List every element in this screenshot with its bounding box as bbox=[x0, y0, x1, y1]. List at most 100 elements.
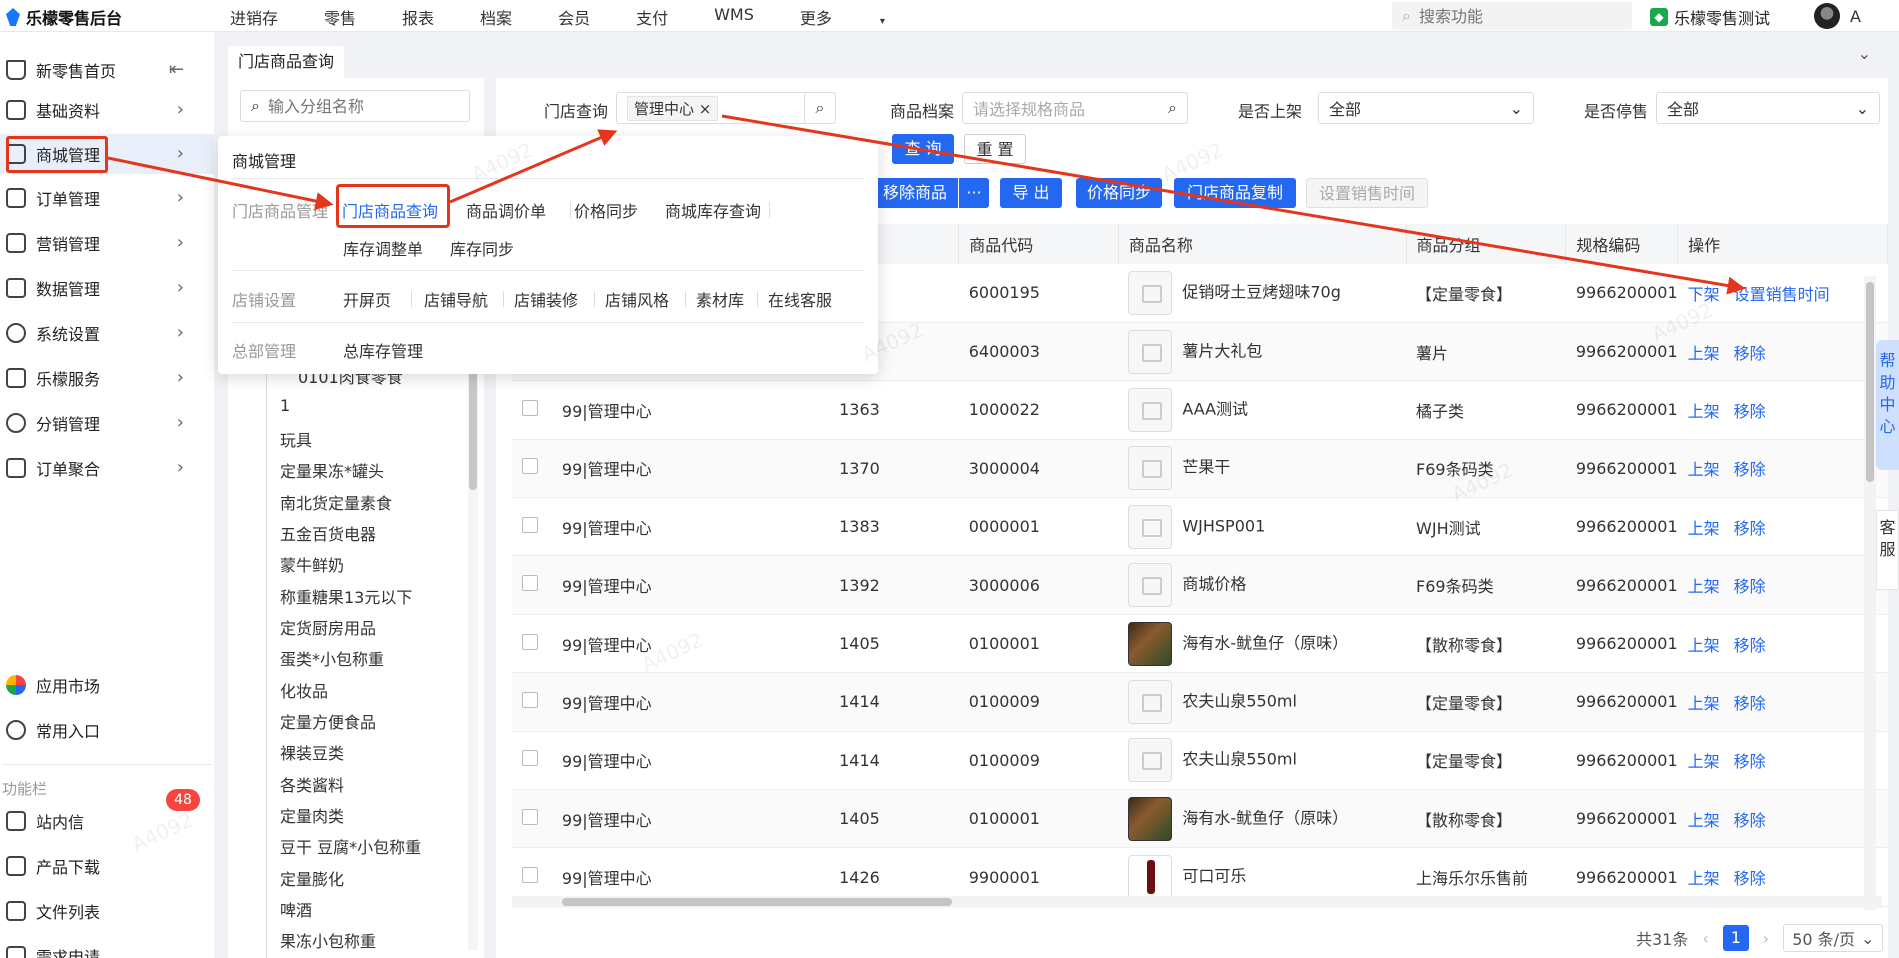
main-vscroll[interactable] bbox=[1864, 276, 1876, 910]
sidebar-item-app-market[interactable]: 应用市场 bbox=[0, 665, 214, 705]
row-checkbox[interactable] bbox=[522, 575, 538, 592]
tree-item[interactable]: 定货厨房用品 bbox=[280, 615, 376, 639]
row-action-toggle-listing[interactable]: 上架 bbox=[1688, 869, 1720, 888]
row-action-secondary[interactable]: 移除 bbox=[1734, 519, 1766, 538]
row-checkbox[interactable] bbox=[522, 691, 538, 708]
product-image[interactable] bbox=[1128, 621, 1173, 666]
reset-button[interactable]: 重 置 bbox=[964, 134, 1026, 164]
page-current[interactable]: 1 bbox=[1722, 925, 1749, 951]
tree-item[interactable]: 定量果冻*罐头 bbox=[280, 458, 384, 482]
collapse-icon[interactable]: ⇤ bbox=[169, 59, 184, 80]
sidebar-item-download[interactable]: 产品下载 bbox=[0, 846, 214, 886]
product-image[interactable] bbox=[1128, 446, 1173, 491]
topnav-wms[interactable]: WMS bbox=[714, 5, 754, 29]
product-image[interactable] bbox=[1128, 679, 1173, 724]
sidebar-item-shortcuts[interactable]: 常用入口 bbox=[0, 710, 214, 750]
row-action-secondary[interactable]: 移除 bbox=[1734, 811, 1766, 830]
topnav-member[interactable]: 会员 bbox=[558, 5, 590, 29]
store-query-select[interactable]: 管理中心 × ⊗ bbox=[616, 92, 834, 124]
product-image[interactable] bbox=[1128, 270, 1173, 315]
stopped-select[interactable]: 全部 ⌄ bbox=[1656, 92, 1880, 124]
scroll-thumb[interactable] bbox=[469, 370, 477, 490]
copy-store-product-button[interactable]: 门店商品复制 bbox=[1174, 178, 1296, 208]
user-menu[interactable]: A bbox=[1814, 3, 1861, 29]
topnav-more[interactable]: 更多 ▾ bbox=[800, 5, 931, 29]
menu-price-adjust[interactable]: 商品调价单 bbox=[466, 198, 546, 222]
tree-item[interactable]: 蛋类*小包称重 bbox=[280, 646, 384, 670]
table-row[interactable]: 99|管理中心 1414 0100009 农夫山泉550ml 【定量零食】 9966200… bbox=[512, 731, 1888, 791]
product-image[interactable] bbox=[1128, 855, 1173, 900]
tree-item[interactable]: 蒙牛鲜奶 bbox=[280, 552, 344, 576]
customer-service-tab[interactable]: 客服 bbox=[1876, 510, 1899, 590]
store-search-button[interactable]: ⌕ bbox=[804, 92, 836, 124]
menu-store-decor[interactable]: 店铺装修 bbox=[514, 287, 578, 311]
row-action-secondary[interactable]: 移除 bbox=[1734, 402, 1766, 421]
close-icon[interactable]: × bbox=[699, 100, 712, 118]
tree-item[interactable]: 定量膨化 bbox=[280, 866, 344, 890]
row-action-secondary[interactable]: 移除 bbox=[1734, 694, 1766, 713]
scroll-thumb[interactable] bbox=[1866, 282, 1874, 482]
table-row[interactable]: 99|管理中心 1405 0100001 海有水-鱿鱼仔（原味） 【散称零食】 99662… bbox=[512, 789, 1888, 849]
row-action-secondary[interactable]: 移除 bbox=[1734, 636, 1766, 655]
row-checkbox[interactable] bbox=[522, 808, 538, 825]
menu-stock-query[interactable]: 商城库存查询 bbox=[665, 198, 761, 222]
sidebar-item-marketing[interactable]: 营销管理 › bbox=[0, 223, 214, 263]
row-action-secondary[interactable]: 移除 bbox=[1734, 460, 1766, 479]
sidebar-item-request[interactable]: 需求申请 bbox=[0, 936, 214, 958]
function-search[interactable]: ⌕ bbox=[1392, 2, 1632, 30]
table-row[interactable]: 99|管理中心 1414 0100009 农夫山泉550ml 【定量零食】 9966200… bbox=[512, 672, 1888, 732]
sidebar-item-data[interactable]: 数据管理 › bbox=[0, 268, 214, 308]
function-search-input[interactable] bbox=[1418, 6, 1599, 26]
product-image[interactable] bbox=[1128, 563, 1173, 608]
menu-store-style[interactable]: 店铺风格 bbox=[605, 287, 669, 311]
tree-item[interactable]: 豆干 豆腐*小包称重 bbox=[280, 834, 421, 858]
tree-item[interactable]: 定量方便食品 bbox=[280, 709, 376, 733]
tab-store-product-query[interactable]: 门店商品查询 bbox=[228, 46, 345, 78]
tree-item[interactable]: 南北货定量素食 bbox=[280, 490, 392, 514]
product-image[interactable] bbox=[1128, 738, 1173, 783]
menu-splash[interactable]: 开屏页 bbox=[343, 287, 391, 311]
next-page-icon[interactable]: › bbox=[1763, 929, 1769, 948]
row-action-toggle-listing[interactable]: 上架 bbox=[1688, 460, 1720, 479]
row-checkbox[interactable] bbox=[522, 633, 538, 650]
tree-item[interactable]: 1 bbox=[280, 396, 290, 415]
scroll-thumb[interactable] bbox=[562, 898, 952, 906]
group-scrollbar[interactable] bbox=[468, 360, 478, 950]
prev-page-icon[interactable]: ‹ bbox=[1702, 929, 1708, 948]
remove-product-button[interactable]: 移除商品 bbox=[872, 178, 958, 208]
archive-input[interactable]: 请选择规格商品 ⌕ bbox=[962, 92, 1188, 124]
row-action-toggle-listing[interactable]: 上架 bbox=[1688, 402, 1720, 421]
listed-select[interactable]: 全部 ⌄ bbox=[1318, 92, 1534, 124]
row-action-toggle-listing[interactable]: 上架 bbox=[1688, 694, 1720, 713]
table-row[interactable]: 99|管理中心 1405 0100001 海有水-鱿鱼仔（原味） 【散称零食】 99662… bbox=[512, 614, 1888, 674]
product-image[interactable] bbox=[1128, 329, 1173, 374]
row-checkbox[interactable] bbox=[522, 458, 538, 475]
row-action-secondary[interactable]: 移除 bbox=[1734, 344, 1766, 363]
tree-item[interactable]: 果冻小包称重 bbox=[280, 928, 376, 952]
row-action-secondary[interactable]: 移除 bbox=[1734, 869, 1766, 888]
product-image[interactable] bbox=[1128, 387, 1173, 432]
topnav-retail[interactable]: 零售 bbox=[324, 5, 356, 29]
export-button[interactable]: 导 出 bbox=[1000, 178, 1062, 208]
topnav-payment[interactable]: 支付 bbox=[636, 5, 668, 29]
sidebar-item-orders[interactable]: 订单管理 › bbox=[0, 178, 214, 218]
tree-item[interactable]: 五金百货电器 bbox=[280, 521, 376, 545]
table-row[interactable]: 99|管理中心 1383 0000001 WJHSP001 WJH测试 996620000… bbox=[512, 497, 1888, 557]
table-row[interactable]: 99|管理中心 1392 3000006 商城价格 F69条码类 9966200001 上架… bbox=[512, 555, 1888, 615]
query-button[interactable]: 查 询 bbox=[892, 134, 954, 164]
topnav-archive[interactable]: 档案 bbox=[480, 5, 512, 29]
row-checkbox[interactable] bbox=[522, 516, 538, 533]
product-image[interactable] bbox=[1128, 796, 1173, 841]
row-action-toggle-listing[interactable]: 上架 bbox=[1688, 519, 1720, 538]
row-action-secondary[interactable]: 移除 bbox=[1734, 752, 1766, 771]
store-switcher[interactable]: ◆ 乐檬零售测试 bbox=[1650, 5, 1770, 29]
sidebar-item-basic[interactable]: 基础资料 › bbox=[0, 90, 214, 130]
table-row[interactable]: 99|管理中心 1363 1000022 AAA测试 橘子类 9966200001 上架 移除 bbox=[512, 380, 1888, 440]
sidebar-item-settings[interactable]: 系统设置 › bbox=[0, 313, 214, 353]
row-checkbox[interactable] bbox=[522, 750, 538, 767]
page-size-select[interactable]: 50 条/页 ⌄ bbox=[1783, 924, 1884, 952]
row-action-toggle-listing[interactable]: 上架 bbox=[1688, 636, 1720, 655]
price-sync-button[interactable]: 价格同步 bbox=[1076, 178, 1162, 208]
row-action-toggle-listing[interactable]: 上架 bbox=[1688, 344, 1720, 363]
tree-item[interactable]: 玩具 bbox=[280, 427, 312, 451]
